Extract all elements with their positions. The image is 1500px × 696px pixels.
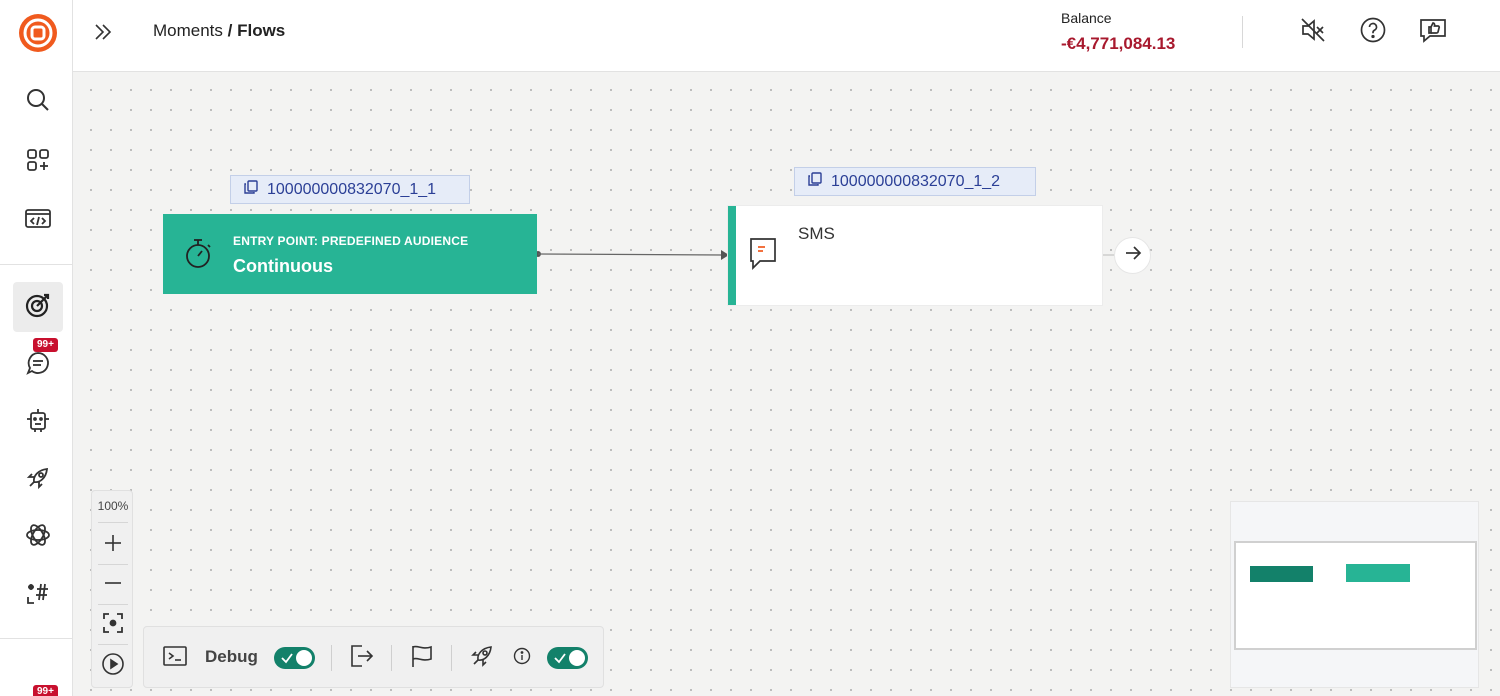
feedback-button[interactable] [1419,18,1447,46]
breadcrumb-parent[interactable]: Moments [153,21,223,40]
fit-screen-icon [101,611,125,640]
play-circle-icon [101,652,125,681]
bottom-badge: 99+ [33,685,58,696]
zoom-in-button[interactable] [97,529,129,561]
expand-sidebar-button[interactable] [91,20,115,44]
minimap-sms-node [1346,564,1410,582]
apps-icon [25,147,51,178]
sms-node-id: 100000000832070_1_2 [831,172,1001,190]
chat-icon [25,350,51,381]
terminal-icon [162,644,188,673]
console-button[interactable] [160,642,190,674]
arrow-right-icon [1123,243,1143,268]
info-icon [513,647,531,670]
check-icon [280,651,294,665]
hashtag-icon [24,579,52,612]
copy-icon [243,179,259,200]
goal-button[interactable] [405,642,439,674]
search-icon [25,87,51,118]
sms-message-icon [748,236,778,272]
debug-label: Debug [205,647,258,666]
activate-toggle-knob [569,650,585,666]
question-circle-icon [1359,16,1387,49]
fit-view-button[interactable] [97,609,129,641]
sidebar-ai[interactable] [13,512,63,562]
help-button[interactable] [1359,16,1387,49]
launch-button[interactable] [465,642,499,674]
entry-node-subtitle: Continuous [233,256,333,276]
target-icon [24,291,52,324]
header-divider [1242,16,1243,48]
sidebar-code[interactable] [13,195,63,245]
sidebar-apps[interactable] [13,137,63,187]
activate-toggle[interactable] [547,647,588,669]
sidebar-moments[interactable] [13,282,63,332]
sidebar: 99+ 99+ [0,0,73,696]
sms-node-title: SMS [798,224,835,243]
info-button[interactable] [510,642,534,674]
entry-node-tag[interactable]: 100000000832070_1_1 [230,175,470,204]
bot-icon [24,406,52,439]
rocket-icon [469,643,495,674]
feedback-icon [1418,16,1448,49]
zoom-controls: 100% [91,490,133,688]
entry-node-id: 100000000832070_1_1 [267,180,437,198]
entry-node-title: ENTRY POINT: PREDEFINED AUDIENCE [233,234,469,248]
balance-value: -€4,771,084.13 [1061,34,1176,53]
mute-button[interactable] [1299,16,1327,49]
stopwatch-icon [183,236,213,270]
breadcrumb-current: Flows [237,21,286,40]
minimap-entry-node [1250,566,1313,582]
code-icon [24,205,52,236]
check-icon [553,651,567,665]
entry-point-node[interactable]: ENTRY POINT: PREDEFINED AUDIENCE Continu… [163,214,537,294]
sidebar-tags[interactable] [13,570,63,620]
plus-icon [103,533,123,558]
brand-logo[interactable] [17,12,59,54]
sidebar-bots[interactable] [13,397,63,447]
top-header: Moments / Flows Balance -€4,771,084.13 [73,0,1500,72]
breadcrumb: Moments / Flows [153,21,285,41]
flag-icon [409,643,435,674]
breadcrumb-separator: / [222,21,238,40]
sidebar-conversations[interactable] [13,340,63,390]
speaker-muted-icon [1299,16,1327,49]
ai-icon [24,521,52,554]
sidebar-campaigns[interactable] [13,455,63,505]
minimap[interactable] [1230,501,1479,688]
rocket-icon [25,465,51,496]
debug-toggle-knob [296,650,312,666]
sms-node-tag[interactable]: 100000000832070_1_2 [794,167,1036,196]
balance-label: Balance [1061,10,1112,26]
exit-icon [348,643,374,674]
sidebar-search[interactable] [13,77,63,127]
add-next-step-button[interactable] [1114,237,1151,274]
flow-canvas[interactable]: 100000000832070_1_1 ENTRY POINT: PREDEFI… [73,72,1500,696]
zoom-out-button[interactable] [97,569,129,601]
double-chevron-right-icon [91,24,115,48]
exit-button[interactable] [344,642,378,674]
play-simulation-button[interactable] [97,650,129,682]
copy-icon [807,171,823,192]
zoom-level: 100% [97,499,129,513]
minus-icon [103,573,123,598]
debug-toggle[interactable] [274,647,315,669]
sms-node[interactable]: SMS [728,206,1102,305]
flow-toolbar: Debug [143,626,604,688]
minimap-viewport[interactable] [1234,541,1477,650]
